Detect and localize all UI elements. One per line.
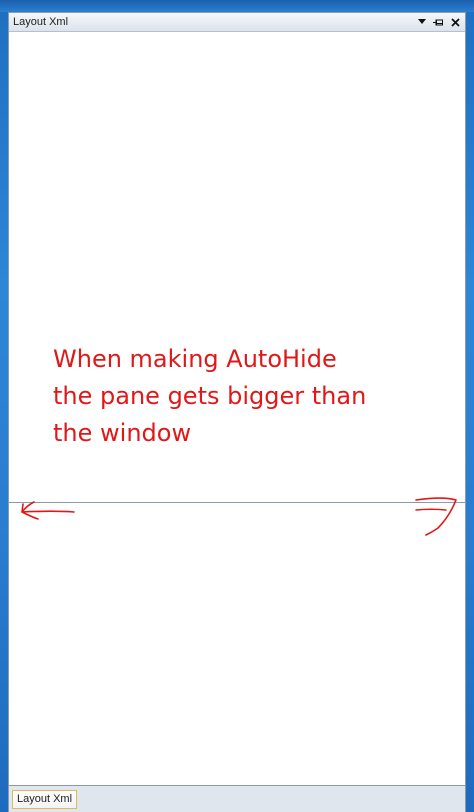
auto-hide-pin-button[interactable] xyxy=(432,16,445,29)
red-annotation-text: When making AutoHide the pane gets bigge… xyxy=(53,345,367,447)
auto-hide-tab-strip: Layout Xml xyxy=(8,785,466,812)
tool-window-title-bar[interactable]: Layout Xml xyxy=(9,13,465,32)
window-position-dropdown-button[interactable] xyxy=(415,16,428,29)
tool-window-title: Layout Xml xyxy=(13,16,69,28)
pin-icon xyxy=(433,19,443,25)
desktop-background xyxy=(0,0,474,12)
close-icon xyxy=(451,17,460,27)
auto-hide-tab-layout-xml[interactable]: Layout Xml xyxy=(12,790,78,809)
triangle-down-icon xyxy=(417,19,426,24)
close-button[interactable] xyxy=(449,16,462,29)
auto-hide-pane-overflow xyxy=(8,503,466,785)
title-bar-buttons xyxy=(415,15,462,29)
